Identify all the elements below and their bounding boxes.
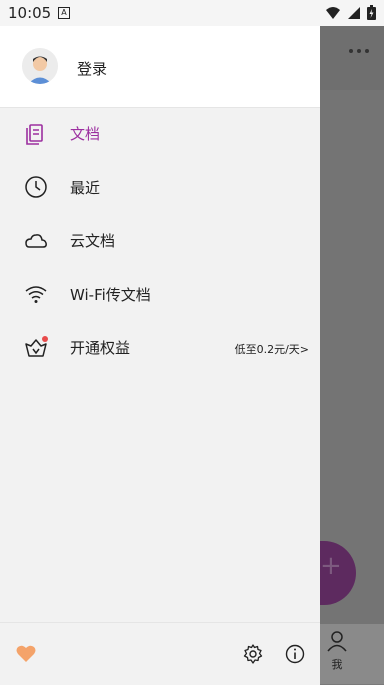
- vip-basket-icon: [25, 336, 48, 357]
- login-label[interactable]: 登录: [77, 58, 107, 79]
- signal-icon: [348, 6, 360, 19]
- menu-item-label: 文档: [70, 125, 101, 143]
- menu-item-vip[interactable]: 开通权益 低至0.2元/天>: [0, 321, 320, 375]
- menu-item-label: 开通权益: [70, 339, 131, 357]
- menu-item-cloud-docs[interactable]: 云文档: [0, 214, 320, 268]
- gear-icon[interactable]: [243, 644, 263, 664]
- drawer-footer: [0, 622, 320, 685]
- status-bar: 10:05 A: [0, 0, 384, 26]
- menu-item-label: Wi-Fi传文档: [70, 285, 151, 304]
- more-icon: [349, 49, 369, 53]
- vip-price-label: 低至0.2元/天>: [234, 343, 309, 356]
- status-icons: [325, 5, 376, 20]
- document-icon: [26, 124, 43, 145]
- heart-icon[interactable]: [16, 645, 36, 663]
- status-a-badge: A: [58, 7, 70, 19]
- navigation-drawer: 登录 文档 最近 云文档 Wi-Fi传文档 开通权益 低至0.2元/天>: [0, 26, 320, 685]
- menu-item-label: 云文档: [70, 232, 116, 250]
- drawer-header[interactable]: 登录: [0, 26, 320, 108]
- clock-icon: [25, 175, 47, 198]
- avatar[interactable]: [22, 48, 58, 84]
- wifi-icon: [25, 285, 47, 303]
- background-toolbar: [320, 26, 384, 90]
- cloud-icon: [25, 234, 47, 248]
- drawer-menu: 文档 最近 云文档 Wi-Fi传文档 开通权益 低至0.2元/天>: [0, 107, 320, 375]
- plus-icon: +: [320, 551, 342, 581]
- menu-item-label: 最近: [70, 178, 101, 197]
- menu-item-recent[interactable]: 最近: [0, 161, 320, 215]
- info-icon[interactable]: [285, 644, 305, 664]
- me-tab-label: 我: [331, 658, 343, 671]
- status-time: 10:05: [8, 4, 52, 22]
- wifi-status-icon: [326, 6, 340, 19]
- avatar-icon: [22, 48, 58, 84]
- menu-item-documents[interactable]: 文档: [0, 107, 320, 161]
- menu-item-wifi-transfer[interactable]: Wi-Fi传文档: [0, 268, 320, 322]
- battery-icon: [367, 5, 376, 20]
- bottom-nav: 我: [320, 624, 384, 684]
- user-icon: [327, 631, 347, 652]
- dimmed-background[interactable]: + 我: [278, 26, 384, 684]
